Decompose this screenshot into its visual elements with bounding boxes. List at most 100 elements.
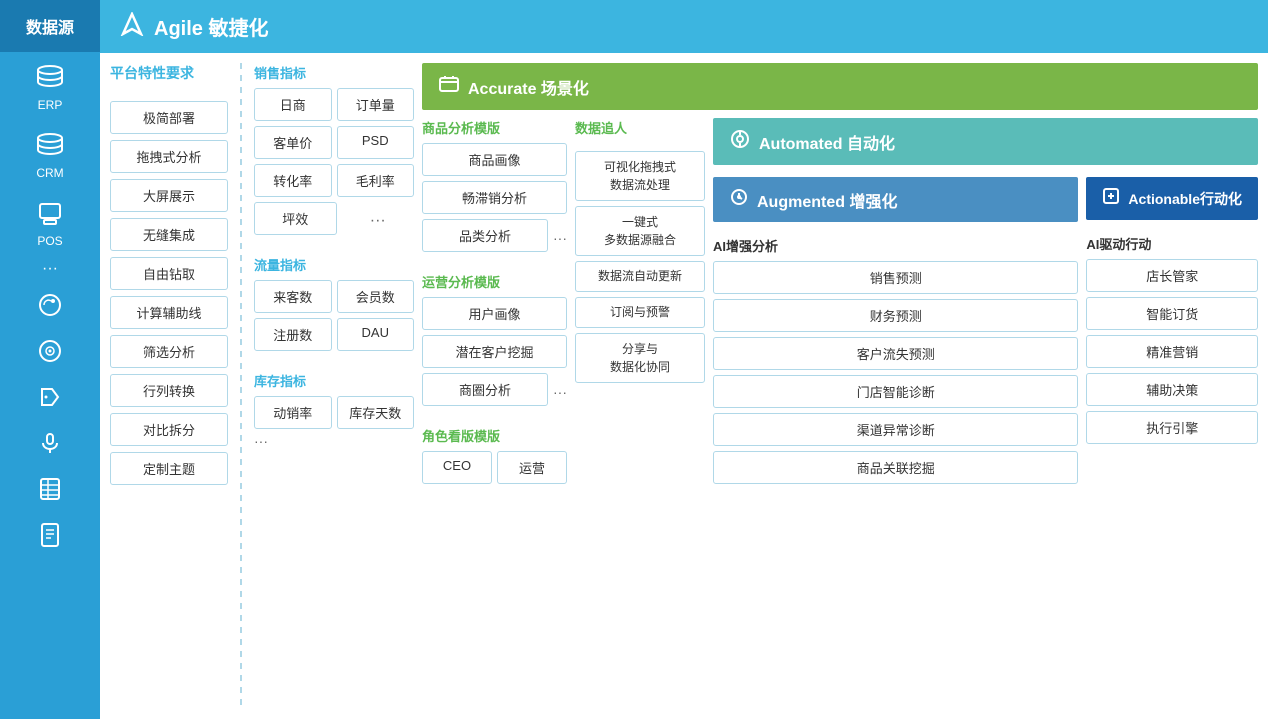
template-item[interactable]: 品类分析 bbox=[422, 219, 548, 252]
ai-drive-title: AI驱动行动 bbox=[1086, 234, 1258, 253]
augmented-header: Augmented 增强化 bbox=[713, 177, 1078, 222]
pos-icon bbox=[32, 196, 68, 232]
erp-label: ERP bbox=[38, 98, 63, 112]
metric-item[interactable]: PSD bbox=[337, 126, 415, 159]
sidebar-item-weibo[interactable] bbox=[0, 282, 100, 328]
platform-item[interactable]: 筛选分析 bbox=[110, 335, 228, 368]
automated-header: Automated 自动化 bbox=[713, 118, 1258, 165]
ai-item[interactable]: 商品关联挖掘 bbox=[713, 451, 1078, 484]
action-item[interactable]: 辅助决策 bbox=[1086, 373, 1258, 406]
platform-item[interactable]: 自由钻取 bbox=[110, 257, 228, 290]
ai-item[interactable]: 客户流失预测 bbox=[713, 337, 1078, 370]
automated-title: Automated 自动化 bbox=[759, 130, 895, 154]
right-panels: Automated 自动化 Augmented 增强化 bbox=[713, 118, 1258, 706]
template-item[interactable]: 潜在客户挖掘 bbox=[422, 335, 567, 368]
excel-icon bbox=[35, 474, 65, 504]
sales-metrics: 销售指标 日商 订单量 客单价 PSD 转化率 毛利率 坪效 ··· bbox=[254, 63, 414, 235]
template-item[interactable]: 商品画像 bbox=[422, 143, 567, 176]
actionable-column: Actionable行动化 AI驱动行动 店长管家 智能订货 精准营销 bbox=[1086, 177, 1258, 706]
data-tracker-column: 数据追人 可视化拖拽式数据流处理 一键式多数据源融合 数据流自动更新 订阅与预警… bbox=[575, 118, 705, 706]
platform-item[interactable]: 大屏展示 bbox=[110, 179, 228, 212]
template-item[interactable]: 用户画像 bbox=[422, 297, 567, 330]
doc-icon bbox=[35, 520, 65, 550]
tracker-item[interactable]: 数据流自动更新 bbox=[575, 261, 705, 292]
accurate-header: Accurate 场景化 bbox=[422, 63, 1258, 110]
platform-items: 极简部署 拖拽式分析 大屏展示 无缝集成 自由钻取 计算辅助线 筛选分析 行列转… bbox=[110, 101, 228, 485]
metric-item[interactable]: 注册数 bbox=[254, 318, 332, 351]
crm-label: CRM bbox=[36, 166, 63, 180]
sidebar-item-crm[interactable]: CRM bbox=[0, 120, 100, 188]
content-inner: 平台特性要求 极简部署 拖拽式分析 大屏展示 无缝集成 自由钻取 计算辅助线 筛… bbox=[100, 53, 1268, 716]
metric-item[interactable]: 日商 bbox=[254, 88, 332, 121]
ops-item[interactable]: 运营 bbox=[497, 451, 567, 484]
ops-title: 运营分析模版 bbox=[422, 272, 567, 291]
platform-item[interactable]: 拖拽式分析 bbox=[110, 140, 228, 173]
platform-item[interactable]: 无缝集成 bbox=[110, 218, 228, 251]
mic-icon bbox=[35, 428, 65, 458]
action-item[interactable]: 智能订货 bbox=[1086, 297, 1258, 330]
ai-item[interactable]: 渠道异常诊断 bbox=[713, 413, 1078, 446]
ai-item[interactable]: 销售预测 bbox=[713, 261, 1078, 294]
action-item[interactable]: 精准营销 bbox=[1086, 335, 1258, 368]
tag-icon bbox=[35, 382, 65, 412]
sales-title: 销售指标 bbox=[254, 63, 414, 82]
pos-label: POS bbox=[37, 234, 62, 248]
metric-item[interactable]: 转化率 bbox=[254, 164, 332, 197]
divider1 bbox=[240, 63, 242, 706]
sidebar-item-tag[interactable] bbox=[0, 374, 100, 420]
ceo-item[interactable]: CEO bbox=[422, 451, 492, 484]
metric-dots: ··· bbox=[342, 206, 415, 235]
goods-group: 商品分析模版 商品画像 畅滞销分析 品类分析 ··· bbox=[422, 118, 567, 252]
templates-column: 商品分析模版 商品画像 畅滞销分析 品类分析 ··· bbox=[422, 118, 567, 706]
camera-icon bbox=[35, 336, 65, 366]
metric-item[interactable]: 来客数 bbox=[254, 280, 332, 313]
augmented-title: Augmented 增强化 bbox=[757, 188, 897, 212]
metric-item[interactable]: 订单量 bbox=[337, 88, 415, 121]
metric-item[interactable]: DAU bbox=[337, 318, 415, 351]
traffic-title: 流量指标 bbox=[254, 255, 414, 274]
metric-item[interactable]: 毛利率 bbox=[337, 164, 415, 197]
platform-item[interactable]: 极简部署 bbox=[110, 101, 228, 134]
sidebar-item-mic[interactable] bbox=[0, 420, 100, 466]
ops-group: 运营分析模版 用户画像 潜在客户挖掘 商圈分析 ··· bbox=[422, 272, 567, 406]
metric-item[interactable]: 客单价 bbox=[254, 126, 332, 159]
tracker-item[interactable]: 可视化拖拽式数据流处理 bbox=[575, 151, 705, 201]
automated-icon bbox=[729, 128, 751, 155]
tracker-item[interactable]: 分享与数据化协同 bbox=[575, 333, 705, 383]
platform-item[interactable]: 定制主题 bbox=[110, 452, 228, 485]
metric-item[interactable]: 动销率 bbox=[254, 396, 332, 429]
metric-item[interactable]: 会员数 bbox=[337, 280, 415, 313]
sidebar-item-pos[interactable]: POS bbox=[0, 188, 100, 256]
template-item[interactable]: 畅滞销分析 bbox=[422, 181, 567, 214]
top-header-title: Agile 敏捷化 bbox=[154, 12, 268, 41]
action-item[interactable]: 执行引擎 bbox=[1086, 411, 1258, 444]
weibo-icon bbox=[35, 290, 65, 320]
actionable-icon bbox=[1102, 187, 1120, 210]
sidebar-item-camera[interactable] bbox=[0, 328, 100, 374]
platform-item[interactable]: 对比拆分 bbox=[110, 413, 228, 446]
sidebar-item-erp[interactable]: ERP bbox=[0, 52, 100, 120]
metric-item[interactable]: 坪效 bbox=[254, 202, 337, 235]
metric-item[interactable]: 库存天数 bbox=[337, 396, 415, 429]
tracker-item[interactable]: 一键式多数据源融合 bbox=[575, 206, 705, 256]
sidebar-item-excel[interactable] bbox=[0, 466, 100, 512]
platform-item[interactable]: 计算辅助线 bbox=[110, 296, 228, 329]
action-item[interactable]: 店长管家 bbox=[1086, 259, 1258, 292]
ai-item[interactable]: 门店智能诊断 bbox=[713, 375, 1078, 408]
platform-item[interactable]: 行列转换 bbox=[110, 374, 228, 407]
actionable-header: Actionable行动化 bbox=[1086, 177, 1258, 220]
inventory-metrics: 库存指标 动销率 库存天数 ··· bbox=[254, 371, 414, 449]
ai-section-title: AI增强分析 bbox=[713, 236, 1078, 255]
tracker-item[interactable]: 订阅与预警 bbox=[575, 297, 705, 328]
crm-icon bbox=[32, 128, 68, 164]
right-area: Accurate 场景化 商品分析模版 商品画像 畅滞销分析 品类分析 bbox=[422, 63, 1258, 706]
accurate-title: Accurate 场景化 bbox=[468, 75, 589, 99]
ai-item[interactable]: 财务预测 bbox=[713, 299, 1078, 332]
data-tracker-title: 数据追人 bbox=[575, 118, 705, 137]
metrics-column: 销售指标 日商 订单量 客单价 PSD 转化率 毛利率 坪效 ··· bbox=[254, 63, 414, 706]
sidebar-item-doc[interactable] bbox=[0, 512, 100, 558]
ops-dots: ··· bbox=[553, 377, 567, 406]
roles-title: 角色看版模版 bbox=[422, 426, 567, 445]
template-item[interactable]: 商圈分析 bbox=[422, 373, 548, 406]
navigation-icon bbox=[120, 12, 144, 41]
